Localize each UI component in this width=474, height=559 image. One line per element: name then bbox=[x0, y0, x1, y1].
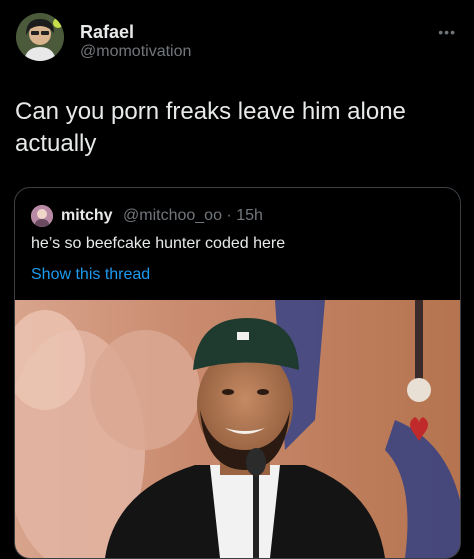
more-horizontal-icon[interactable]: ••• bbox=[438, 24, 456, 40]
author-handle[interactable]: @momotivation bbox=[80, 43, 191, 61]
meta-separator: · bbox=[226, 207, 232, 224]
quoted-author-handle[interactable]: @mitchoo_oo bbox=[123, 207, 222, 224]
avatar[interactable] bbox=[16, 13, 64, 61]
quoted-avatar[interactable] bbox=[31, 205, 53, 227]
quoted-tweet[interactable]: mitchy @mitchoo_oo · 15h he’s so beefcak… bbox=[14, 187, 461, 559]
quoted-author-name[interactable]: mitchy bbox=[61, 207, 113, 225]
quoted-text: he’s so beefcake hunter coded here bbox=[31, 235, 286, 252]
quoted-media-photo[interactable] bbox=[15, 300, 460, 558]
quoted-author-meta: @mitchoo_oo · 15h bbox=[123, 207, 263, 225]
show-thread-link[interactable]: Show this thread bbox=[31, 266, 150, 284]
quoted-time[interactable]: 15h bbox=[236, 207, 263, 224]
tweet-text: Can you porn freaks leave him alone actu… bbox=[15, 98, 406, 157]
author-name[interactable]: Rafael bbox=[80, 22, 134, 43]
